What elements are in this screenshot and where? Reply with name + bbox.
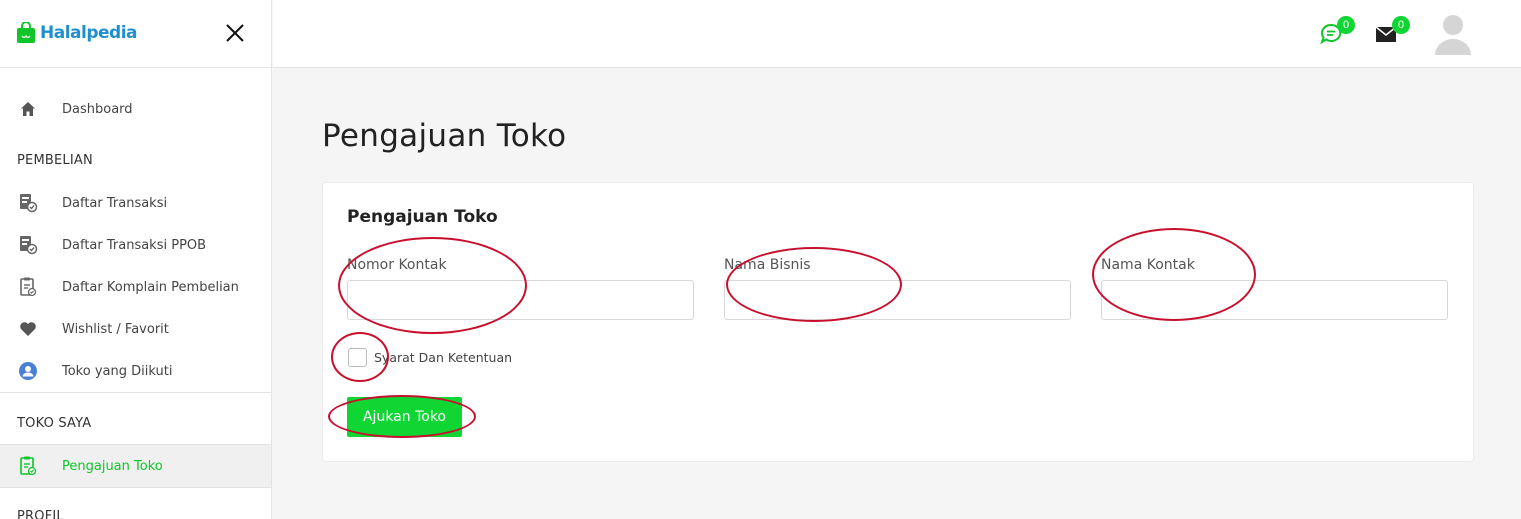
sidebar-item-label: Daftar Komplain Pembelian — [62, 279, 239, 295]
sidebar-item-followed-stores[interactable]: Toko yang Diikuti — [0, 350, 271, 392]
sidebar-item-complaints[interactable]: Daftar Komplain Pembelian — [0, 266, 271, 308]
sidebar-item-wishlist[interactable]: Wishlist / Favorit — [0, 308, 271, 350]
sidebar-divider — [0, 392, 271, 393]
sidebar-divider — [0, 487, 271, 488]
submit-store-button[interactable]: Ajukan Toko — [347, 397, 462, 437]
store-application-icon — [17, 455, 39, 477]
top-header: 0 0 — [273, 0, 1521, 68]
section-title-store: TOKO SAYA — [17, 416, 92, 431]
heart-icon — [17, 318, 39, 340]
sidebar-item-dashboard[interactable]: Dashboard — [0, 88, 271, 130]
close-sidebar-icon[interactable] — [222, 20, 248, 46]
sidebar-item-store-application[interactable]: Pengajuan Toko — [0, 445, 271, 487]
card-title: Pengajuan Toko — [347, 207, 498, 227]
chat-count-badge: 0 — [1337, 16, 1355, 34]
business-name-label: Nama Bisnis — [724, 257, 811, 273]
user-avatar[interactable] — [1433, 11, 1473, 55]
avatar-icon — [1435, 15, 1471, 55]
contact-number-input[interactable] — [347, 280, 694, 320]
contact-name-label: Nama Kontak — [1101, 257, 1195, 273]
contact-name-input[interactable] — [1101, 280, 1448, 320]
brand-name: Halalpedia — [40, 23, 138, 43]
brand-logo[interactable]: Halalpedia — [16, 22, 138, 44]
ppob-transaction-icon — [17, 234, 39, 256]
terms-label[interactable]: Syarat Dan Ketentuan — [374, 350, 512, 365]
sidebar-item-label: Wishlist / Favorit — [62, 321, 169, 337]
home-icon — [17, 98, 39, 120]
followed-store-icon — [17, 360, 39, 382]
shopping-bag-logo-icon — [17, 22, 35, 43]
complaint-clipboard-icon — [17, 276, 39, 298]
store-application-card: Pengajuan Toko Nomor Kontak Nama Bisnis … — [322, 182, 1474, 462]
sidebar-brand: Halalpedia — [0, 0, 271, 68]
business-name-input[interactable] — [724, 280, 1071, 320]
sidebar-item-label: Pengajuan Toko — [62, 458, 163, 474]
mail-button[interactable]: 0 — [1374, 16, 1410, 48]
transaction-list-icon — [17, 192, 39, 214]
sidebar-item-label: Toko yang Diikuti — [62, 363, 173, 379]
sidebar-item-transactions[interactable]: Daftar Transaksi — [0, 182, 271, 224]
sidebar-item-label: Daftar Transaksi PPOB — [62, 237, 207, 253]
chat-button[interactable]: 0 — [1319, 16, 1355, 48]
terms-checkbox[interactable] — [348, 348, 367, 367]
sidebar: Halalpedia Dashboard PEMBELIAN Daftar Tr… — [0, 0, 272, 519]
section-title-profile: PROFIL — [17, 509, 64, 519]
sidebar-item-ppob-transactions[interactable]: Daftar Transaksi PPOB — [0, 224, 271, 266]
section-title-purchase: PEMBELIAN — [17, 153, 93, 168]
sidebar-item-label: Dashboard — [62, 101, 133, 117]
sidebar-item-label: Daftar Transaksi — [62, 195, 168, 211]
contact-number-label: Nomor Kontak — [347, 257, 447, 273]
mail-count-badge: 0 — [1392, 16, 1410, 34]
page-title: Pengajuan Toko — [322, 118, 567, 154]
